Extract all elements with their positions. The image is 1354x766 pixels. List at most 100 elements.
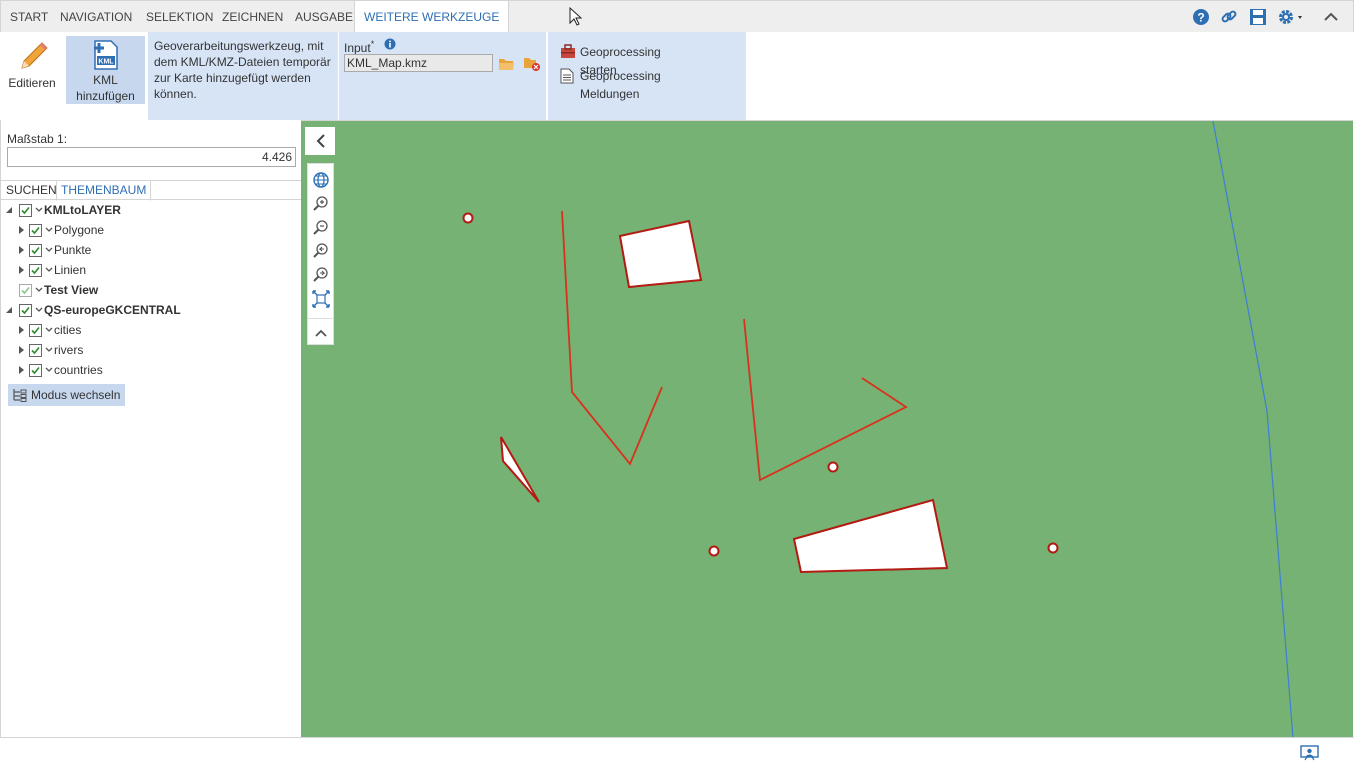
chevron-down-icon[interactable] [45, 367, 53, 375]
settings-icon[interactable] [1277, 7, 1307, 27]
tab-suchen[interactable]: SUCHEN [6, 181, 57, 199]
svg-text:?: ? [1197, 11, 1204, 25]
collapse-ribbon-icon[interactable] [1321, 7, 1341, 27]
scale-label: Maßstab 1: [7, 132, 68, 146]
point-feature [462, 212, 474, 224]
map-canvas[interactable] [301, 120, 1353, 738]
tree-item-test-view: Test View [1, 281, 301, 299]
tree-item-qs-europegkcentral: QS-europeGKCENTRAL [1, 301, 301, 319]
tree-item-polygone: Polygone [1, 221, 301, 239]
divider [308, 318, 333, 319]
chevron-down-icon[interactable] [45, 227, 53, 235]
layer-checkbox[interactable] [19, 304, 32, 317]
ribbon-tab-bar: START NAVIGATION SELEKTION ZEICHNEN AUSG… [0, 0, 1354, 34]
zoom-next-icon[interactable] [312, 266, 330, 284]
tab-start[interactable]: START [10, 1, 48, 33]
edit-button-label: Editieren [8, 76, 56, 90]
geoprocessing-group: Geoprocessing starten Geoprocessing Meld… [548, 32, 746, 120]
collapsed-arrow-icon[interactable] [17, 365, 27, 375]
layer-checkbox[interactable] [29, 264, 42, 277]
remove-file-icon[interactable] [523, 55, 541, 72]
point-feature [708, 545, 720, 557]
add-kml-button[interactable]: KML KML hinzufügen [66, 36, 145, 104]
tree-item-cities: cities [1, 321, 301, 339]
collapsed-arrow-icon[interactable] [17, 345, 27, 355]
river-line [1212, 121, 1294, 738]
presentation-icon[interactable] [1300, 745, 1319, 761]
chevron-down-icon[interactable] [35, 207, 43, 215]
switch-mode-button[interactable]: Modus wechseln [8, 384, 125, 406]
collapsed-arrow-icon[interactable] [17, 225, 27, 235]
chevron-down-icon[interactable] [45, 327, 53, 335]
polygon-feature [500, 436, 540, 503]
info-icon[interactable] [384, 38, 396, 50]
tab-weitere-werkzeuge[interactable]: WEITERE WERKZEUGE [354, 1, 510, 34]
layer-checkbox[interactable] [29, 244, 42, 257]
open-folder-icon[interactable] [498, 56, 515, 71]
tab-themenbaum[interactable]: THEMENBAUM [56, 180, 152, 201]
tree-item-linien: Linien [1, 261, 301, 279]
tree-item-punkte: Punkte [1, 241, 301, 259]
point-feature [1047, 542, 1059, 554]
tab-selektion[interactable]: SELEKTION [146, 1, 213, 33]
add-kml-label: KML hinzufügen [76, 73, 135, 103]
tree-structure-icon [13, 389, 27, 402]
zoom-out-icon[interactable] [312, 219, 330, 237]
full-extent-icon[interactable] [312, 290, 330, 308]
status-bar [0, 737, 1354, 766]
chevron-down-icon[interactable] [35, 307, 43, 315]
tool-description: Geoverarbeitungswerkzeug, mit dem KML/KM… [148, 32, 338, 120]
layer-checkbox[interactable] [29, 324, 42, 337]
input-group: Input* KML_Map.kmz [339, 32, 546, 120]
layer-checkbox[interactable] [29, 364, 42, 377]
tab-ausgabe[interactable]: AUSGABE [295, 1, 353, 33]
line-feature [743, 318, 908, 482]
help-icon[interactable]: ? [1191, 7, 1211, 27]
kml-file-icon: KML [93, 40, 118, 70]
polygon-feature [618, 219, 703, 289]
zoom-in-icon[interactable] [312, 195, 330, 213]
save-icon[interactable] [1248, 7, 1268, 27]
chevron-down-icon[interactable] [35, 287, 43, 295]
layer-checkbox[interactable] [29, 344, 42, 357]
layer-checkbox[interactable] [19, 204, 32, 217]
geoprocessing-messages-label: Geoprocessing Meldungen [580, 69, 661, 101]
link-icon[interactable] [1219, 7, 1239, 27]
collapsed-arrow-icon[interactable] [17, 325, 27, 335]
tree-item-countries: countries [1, 361, 301, 379]
document-icon [560, 68, 574, 84]
chevron-down-icon[interactable] [45, 347, 53, 355]
globe-icon[interactable] [312, 171, 330, 189]
svg-text:KML: KML [98, 59, 114, 66]
layer-checkbox[interactable] [29, 224, 42, 237]
collapsed-arrow-icon[interactable] [17, 245, 27, 255]
collapsed-arrow-icon[interactable] [17, 265, 27, 275]
polygon-feature [792, 498, 949, 574]
pencil-icon [21, 42, 48, 69]
zoom-previous-icon[interactable] [312, 242, 330, 260]
point-feature [827, 461, 839, 473]
expanded-arrow-icon[interactable] [5, 206, 15, 216]
scale-input[interactable]: 4.426 [7, 147, 296, 167]
chevron-up-icon[interactable] [312, 324, 330, 342]
input-label: Input* [344, 39, 375, 55]
expanded-arrow-icon[interactable] [5, 306, 15, 316]
layer-checkbox[interactable] [19, 284, 32, 297]
input-file-field[interactable]: KML_Map.kmz [344, 54, 493, 72]
chevron-down-icon[interactable] [45, 267, 53, 275]
ribbon-panel: Editieren KML KML hinzufügen Geoverarbeit… [0, 32, 1354, 120]
collapse-panel-button[interactable] [305, 127, 335, 155]
mouse-cursor-icon [569, 7, 583, 26]
map-features [462, 121, 1294, 738]
chevron-down-icon[interactable] [45, 247, 53, 255]
tab-zeichnen[interactable]: ZEICHNEN [222, 1, 283, 33]
tree-item-kmltolayer: KMLtoLAYER [1, 201, 301, 219]
toolbox-icon [561, 44, 575, 58]
tab-navigation[interactable]: NAVIGATION [60, 1, 132, 33]
edit-button[interactable]: Editieren [4, 36, 60, 104]
left-panel: Maßstab 1: 4.426 SUCHEN THEMENBAUM KMLto… [0, 120, 302, 737]
switch-mode-label: Modus wechseln [31, 388, 121, 402]
divider [1, 199, 301, 200]
map-toolbar [307, 163, 334, 345]
chevron-left-icon [316, 134, 325, 148]
